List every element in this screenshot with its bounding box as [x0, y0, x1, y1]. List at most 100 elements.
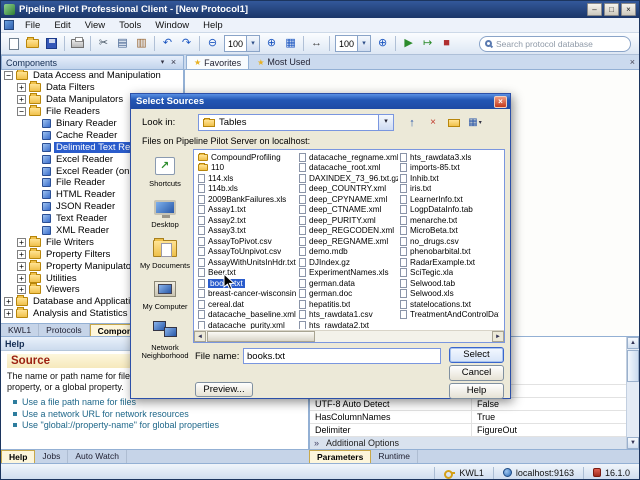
file-item[interactable]: hts_rawdata3.xls	[398, 152, 499, 163]
new-folder-button[interactable]	[445, 114, 463, 131]
chevron-down-icon[interactable]	[357, 36, 371, 51]
file-item[interactable]: MicroBeta.txt	[398, 226, 499, 237]
file-item[interactable]: Selwood.xls	[398, 289, 499, 300]
scroll-down-icon[interactable]	[627, 437, 639, 449]
tree-item[interactable]: Data Filters	[1, 81, 183, 94]
tab-strip-close-icon[interactable]	[630, 57, 635, 67]
panel-menu-icon[interactable]	[157, 57, 168, 68]
file-item[interactable]: hts_rawdata1.csv	[297, 310, 398, 321]
view-menu-button[interactable]	[466, 114, 484, 131]
pan-icon[interactable]: ↔	[307, 34, 326, 53]
collapse-icon[interactable]	[17, 107, 26, 117]
maximize-button[interactable]	[604, 3, 619, 16]
print-icon[interactable]	[68, 34, 87, 53]
step-icon[interactable]: ↦	[418, 34, 437, 53]
expand-icon[interactable]	[17, 83, 26, 93]
expand-icon[interactable]	[17, 261, 26, 271]
file-item[interactable]: deep_PURITY.xml	[297, 215, 398, 226]
file-item[interactable]: deep_CTNAME.xml	[297, 205, 398, 216]
file-item[interactable]: datacache_baseline.xml	[196, 310, 297, 321]
file-item[interactable]: Beer.txt	[196, 268, 297, 279]
file-item[interactable]: Assay1.txt	[196, 205, 297, 216]
scroll-up-icon[interactable]	[627, 337, 639, 349]
search-input[interactable]	[496, 38, 625, 49]
place-documents[interactable]: My Documents	[138, 236, 192, 270]
undo-icon[interactable]: ↶	[158, 34, 177, 53]
menu-file[interactable]: File	[18, 18, 47, 33]
file-item[interactable]: no_drugs.csv	[398, 236, 499, 247]
open-icon[interactable]	[23, 34, 42, 53]
vertical-scrollbar[interactable]	[626, 337, 639, 449]
expand-icon[interactable]	[4, 297, 13, 307]
up-one-level-button[interactable]	[403, 114, 421, 131]
file-item[interactable]: datacache_regname.xml	[297, 152, 398, 163]
file-item[interactable]: ExperimentNames.xls	[297, 268, 398, 279]
place-network[interactable]: Network Neighborhood	[138, 318, 192, 360]
dialog-close-icon[interactable]	[494, 95, 507, 108]
chevron-down-icon[interactable]	[378, 115, 393, 130]
file-item[interactable]: statelocations.txt	[398, 299, 499, 310]
save-icon[interactable]	[42, 34, 61, 53]
search-box[interactable]	[479, 35, 631, 52]
file-item[interactable]: demo.mdb	[297, 247, 398, 258]
scrollbar-thumb[interactable]	[207, 331, 315, 342]
tab-runtime[interactable]: Runtime	[371, 450, 418, 463]
file-item[interactable]: DAXINDEX_73_96.txt.gz	[297, 173, 398, 184]
file-item[interactable]: breast-cancer-wisconsin.txt	[196, 289, 297, 300]
horizontal-scrollbar[interactable]	[194, 330, 504, 342]
panel-close-icon[interactable]	[168, 57, 179, 68]
file-item[interactable]: deep_CPYNAME.xml	[297, 194, 398, 205]
file-item[interactable]: 2009BankFailures.xls	[196, 194, 297, 205]
tab-favorites[interactable]: ★ Favorites	[186, 55, 250, 69]
parameter-row[interactable]: Additional Options	[310, 436, 626, 449]
run-icon[interactable]: ▶	[399, 34, 418, 53]
expand-icon[interactable]	[17, 95, 26, 105]
tab-protocols[interactable]: Protocols	[39, 324, 90, 336]
file-item[interactable]: TreatmentAndControlData...	[398, 310, 499, 321]
tab-auto-watch[interactable]: Auto Watch	[68, 450, 128, 463]
tree-item[interactable]: Data Access and Manipulation	[1, 70, 183, 82]
tab-help[interactable]: Help	[1, 450, 36, 463]
menu-help[interactable]: Help	[196, 18, 230, 33]
redo-icon[interactable]: ↷	[177, 34, 196, 53]
minimize-button[interactable]	[587, 3, 602, 16]
menu-edit[interactable]: Edit	[47, 18, 77, 33]
file-item[interactable]: hts_rawdata2.txt	[297, 320, 398, 329]
tab-parameters[interactable]: Parameters	[309, 450, 372, 463]
file-item[interactable]: datacache_root.xml	[297, 163, 398, 174]
file-item[interactable]: menarche.txt	[398, 215, 499, 226]
file-item[interactable]: SciTegic.xla	[398, 268, 499, 279]
delete-button[interactable]	[424, 114, 442, 131]
file-list[interactable]: CompoundProfiling 110 114.xls 114b.xls 2009B…	[193, 149, 505, 343]
file-item[interactable]: AssayToUnpivot.csv	[196, 247, 297, 258]
place-computer[interactable]: My Computer	[138, 277, 192, 311]
file-item[interactable]: deep_REGNAME.xml	[297, 236, 398, 247]
expand-icon[interactable]	[17, 285, 26, 295]
collapse-icon[interactable]	[4, 71, 13, 81]
preview-button[interactable]: Preview...	[195, 382, 253, 397]
stop-icon[interactable]: ■	[437, 34, 456, 53]
place-shortcuts[interactable]: Shortcuts	[138, 154, 192, 188]
file-item[interactable]: datacache_purity.xml	[196, 320, 297, 329]
file-item[interactable]: german.doc	[297, 289, 398, 300]
copy-icon[interactable]: ▤	[113, 34, 132, 53]
file-item[interactable]: RadarExample.txt	[398, 257, 499, 268]
file-item[interactable]: Assay3.txt	[196, 226, 297, 237]
file-item[interactable]: books.txt	[196, 278, 297, 289]
file-item[interactable]: deep_COUNTRY.xml	[297, 184, 398, 195]
zoom-in-icon[interactable]: ⊕	[262, 34, 281, 53]
file-item[interactable]: LearnerInfo.txt	[398, 194, 499, 205]
expand-icon[interactable]	[4, 309, 13, 319]
file-item[interactable]: hepatitis.txt	[297, 299, 398, 310]
menu-tools[interactable]: Tools	[112, 18, 148, 33]
file-item[interactable]: phenobarbital.txt	[398, 247, 499, 258]
zoom-out-icon[interactable]: ⊖	[203, 34, 222, 53]
file-name-input[interactable]	[243, 348, 441, 364]
expand-icon[interactable]	[17, 249, 26, 259]
paste-icon[interactable]: ▥	[132, 34, 151, 53]
expand-icon[interactable]	[17, 273, 26, 283]
scroll-left-icon[interactable]	[194, 331, 206, 342]
zoom-level-combo-2[interactable]: 100	[335, 35, 372, 52]
zoom-level-combo[interactable]: 100	[224, 35, 261, 52]
close-button[interactable]	[621, 3, 636, 16]
